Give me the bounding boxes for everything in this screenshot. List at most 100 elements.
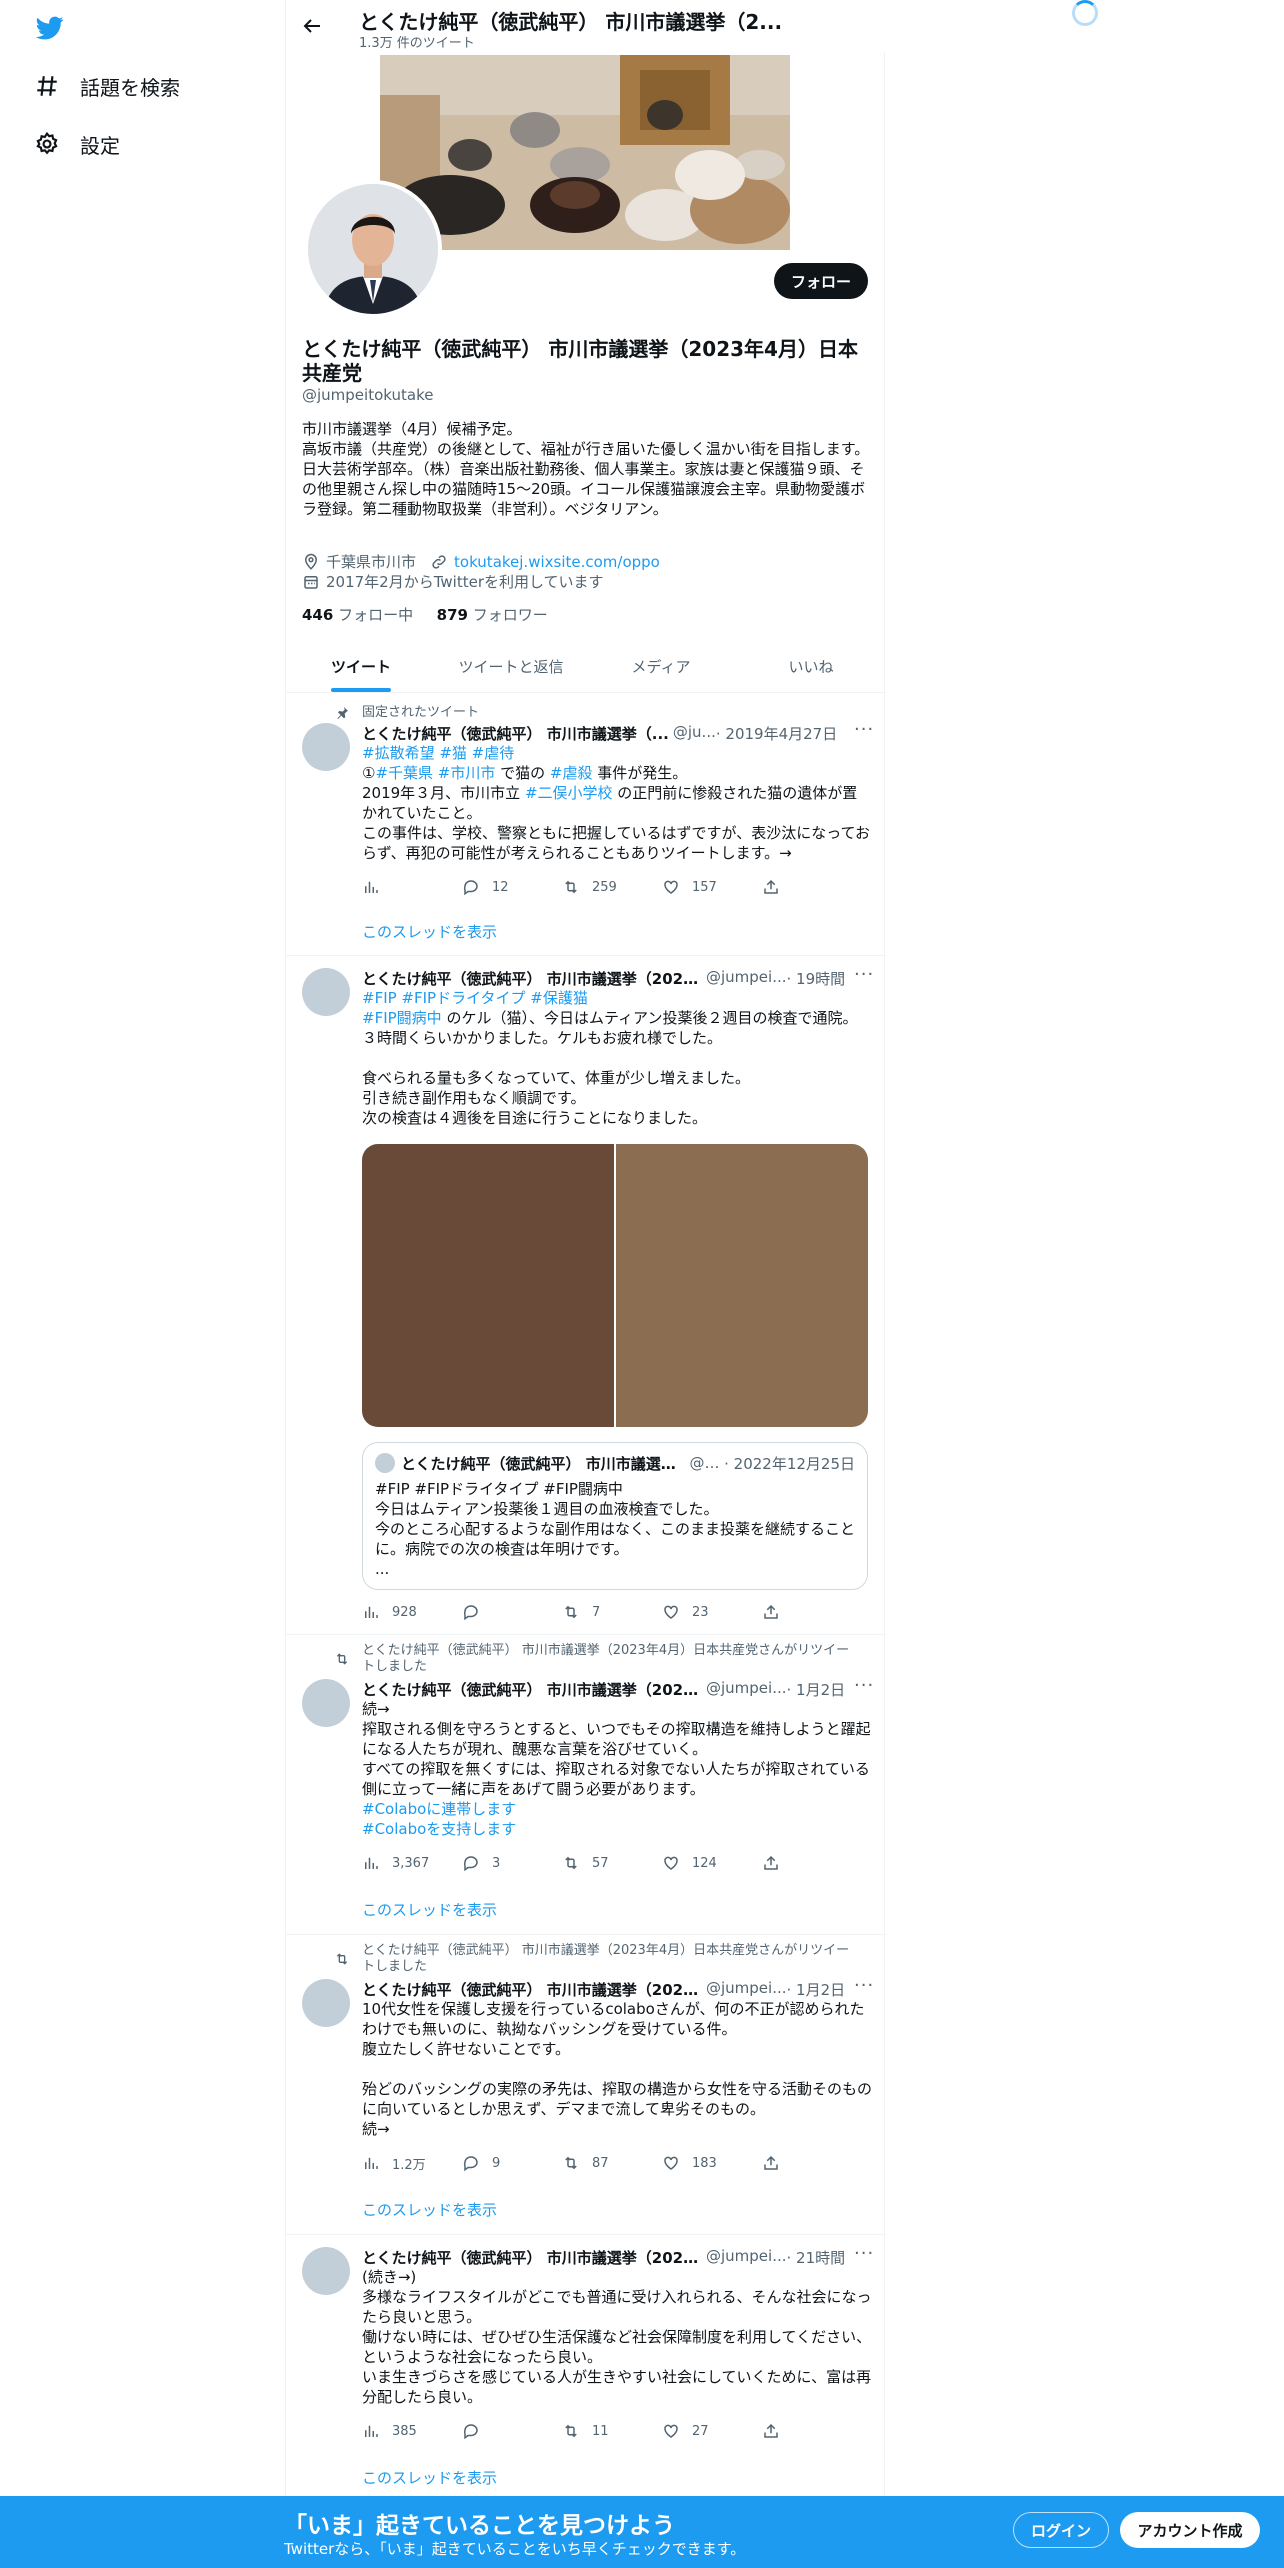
reply-button[interactable] — [462, 2421, 562, 2441]
tweet-hashtags[interactable]: #千葉県 #市川市 — [375, 764, 495, 782]
like-button[interactable]: 124 — [662, 1853, 762, 1873]
login-button[interactable]: ログイン — [1013, 2512, 1109, 2548]
retweet-button[interactable]: 11 — [562, 2421, 662, 2441]
retweet-button[interactable]: 7 — [562, 1602, 662, 1622]
tweet-author-handle[interactable]: @jumpei... — [706, 2247, 787, 2267]
share-button[interactable] — [762, 1602, 792, 1622]
profile-avatar[interactable] — [304, 180, 442, 318]
share-icon — [764, 879, 778, 894]
tweet-author-handle[interactable]: @jumpei... — [706, 1979, 787, 1999]
back-arrow-icon[interactable] — [300, 14, 324, 38]
tweet-hashtag[interactable]: #Colaboを支持します — [362, 1820, 516, 1838]
profile-handle: @jumpeitokutake — [302, 386, 434, 404]
tweet-author-name[interactable]: とくたけ純平（徳武純平） 市川市議選挙（2023... — [362, 1979, 702, 1999]
profile-website-link[interactable]: tokutakej.wixsite.com/oppo — [454, 553, 660, 571]
tweet-actions: 3,367 3 57 124 — [362, 1853, 792, 1873]
tweet-media-image[interactable] — [362, 1144, 614, 1427]
following-link[interactable]: 446 フォロー中 — [302, 606, 413, 624]
share-button[interactable] — [762, 2421, 792, 2441]
reply-button[interactable]: 3 — [462, 1853, 562, 1873]
tweet-hashtag[interactable]: #二俣小学校 — [525, 784, 613, 802]
nav-explore[interactable]: 話題を検索 — [34, 66, 180, 106]
views-button[interactable]: 928 — [362, 1602, 462, 1622]
tweet-header: とくたけ純平（徳武純平） 市川市議選挙（2023... @jumpei... ·… — [362, 1979, 872, 1999]
views-button[interactable] — [362, 877, 462, 897]
tweet-card[interactable]: とくたけ純平（徳武純平） 市川市議選挙（2023... @jumpei... ·… — [286, 2235, 886, 2505]
tweet-author-handle[interactable]: @jumpei... — [706, 968, 787, 988]
more-options-icon[interactable]: ··· — [854, 1677, 874, 1699]
views-button[interactable]: 1.2万 — [362, 2153, 462, 2173]
following-label: フォロー中 — [338, 606, 414, 624]
tweet-author-name[interactable]: とくたけ純平（徳武純平） 市川市議選挙（2023... — [362, 968, 702, 988]
reply-icon — [463, 2424, 478, 2440]
retweet-button[interactable]: 57 — [562, 1853, 662, 1873]
retweet-button[interactable]: 87 — [562, 2153, 662, 2173]
quoted-tweet[interactable]: とくたけ純平（徳武純平） 市川市議選挙... @j... · 2022年12月2… — [362, 1442, 868, 1590]
tweet-date[interactable]: · 1月2日 — [787, 1679, 846, 1699]
show-thread-link[interactable]: このスレッドを表示 — [362, 2467, 497, 2488]
views-button[interactable]: 385 — [362, 2421, 462, 2441]
tweet-hashtag[interactable]: #Colaboに連帯します — [362, 1800, 516, 1818]
tweet-author-handle[interactable]: @jumpei... — [706, 1679, 787, 1699]
like-button[interactable]: 157 — [662, 877, 762, 897]
like-button[interactable]: 183 — [662, 2153, 762, 2173]
signup-button[interactable]: アカウント作成 — [1120, 2512, 1260, 2548]
tweet-author-name[interactable]: とくたけ純平（徳武純平） 市川市議選挙（2023... — [362, 1679, 702, 1699]
like-button[interactable]: 23 — [662, 1602, 762, 1622]
tweet-author-handle[interactable]: @ju... — [673, 723, 716, 743]
tweet-avatar[interactable] — [302, 2247, 350, 2295]
retweet-button[interactable]: 259 — [562, 877, 662, 897]
more-options-icon[interactable]: ··· — [854, 2245, 874, 2267]
tab-tweets[interactable]: ツイート — [286, 640, 436, 692]
tab-tweets-and-replies[interactable]: ツイートと返信 — [436, 640, 586, 692]
profile-joined-row: 2017年2月からTwitterを利用しています — [302, 571, 604, 592]
share-button[interactable] — [762, 1853, 792, 1873]
tab-media[interactable]: メディア — [586, 640, 736, 692]
tweet-date[interactable]: · 21時間 — [787, 2247, 846, 2267]
tweet-date[interactable]: · 2019年4月27日 — [716, 723, 837, 743]
tweet-card[interactable]: とくたけ純平（徳武純平） 市川市議選挙（2023... @jumpei... ·… — [286, 956, 886, 1635]
tweet-media-image[interactable] — [616, 1144, 868, 1427]
analytics-icon — [365, 2425, 378, 2437]
more-options-icon[interactable]: ··· — [854, 721, 874, 743]
profile-banner-image[interactable] — [380, 55, 790, 250]
tweet-avatar[interactable] — [302, 1679, 350, 1727]
tweet-hashtags[interactable]: #拡散希望 #猫 #虐待 — [362, 744, 514, 762]
follow-button[interactable]: フォロー — [774, 263, 868, 299]
tweet-card[interactable]: とくたけ純平（徳武純平） 市川市議選挙（2023年4月）日本共産党さんがリツイー… — [286, 1935, 886, 2235]
share-button[interactable] — [762, 2153, 792, 2173]
reply-button[interactable]: 9 — [462, 2153, 562, 2173]
tweet-hashtags[interactable]: #FIP #FIPドライタイプ #保護猫 — [362, 989, 588, 1007]
tweet-card[interactable]: とくたけ純平（徳武純平） 市川市議選挙（2023年4月）日本共産党さんがリツイー… — [286, 1635, 886, 1935]
like-button[interactable]: 27 — [662, 2421, 762, 2441]
tweet-author-name[interactable]: とくたけ純平（徳武純平） 市川市議選挙（... — [362, 723, 669, 743]
hashtag-icon — [37, 76, 57, 96]
show-thread-link[interactable]: このスレッドを表示 — [362, 1899, 497, 1920]
tweet-card[interactable]: 固定されたツイート とくたけ純平（徳武純平） 市川市議選挙（... @ju...… — [286, 693, 886, 956]
nav-settings[interactable]: 設定 — [34, 124, 120, 164]
tweet-avatar[interactable] — [302, 723, 350, 771]
retweet-count: 11 — [592, 2423, 609, 2439]
show-thread-link[interactable]: このスレッドを表示 — [362, 921, 497, 942]
tweet-date[interactable]: · 1月2日 — [787, 1979, 846, 1999]
tweet-avatar[interactable] — [302, 1979, 350, 2027]
reply-button[interactable] — [462, 1602, 562, 1622]
reply-button[interactable]: 12 — [462, 877, 562, 897]
tweet-media[interactable] — [362, 1144, 868, 1427]
more-options-icon[interactable]: ··· — [854, 966, 874, 988]
loading-spinner-icon — [1072, 0, 1098, 26]
tweet-date[interactable]: · 19時間 — [787, 968, 846, 988]
tweet-avatar[interactable] — [302, 968, 350, 1016]
tab-likes[interactable]: いいね — [736, 640, 886, 692]
quoted-tweet-date: · 2022年12月25日 — [724, 1454, 855, 1473]
share-icon — [764, 2155, 778, 2170]
share-button[interactable] — [762, 877, 792, 897]
tweet-author-name[interactable]: とくたけ純平（徳武純平） 市川市議選挙（2023... — [362, 2247, 702, 2267]
followers-link[interactable]: 879 フォロワー — [437, 606, 548, 624]
tweet-hashtag[interactable]: #虐殺 — [550, 764, 593, 782]
more-options-icon[interactable]: ··· — [854, 1977, 874, 1999]
twitter-logo-icon[interactable] — [34, 14, 66, 42]
show-thread-link[interactable]: このスレッドを表示 — [362, 2199, 497, 2220]
views-button[interactable]: 3,367 — [362, 1853, 462, 1873]
tweet-hashtag[interactable]: #FIP闘病中 — [362, 1009, 442, 1027]
